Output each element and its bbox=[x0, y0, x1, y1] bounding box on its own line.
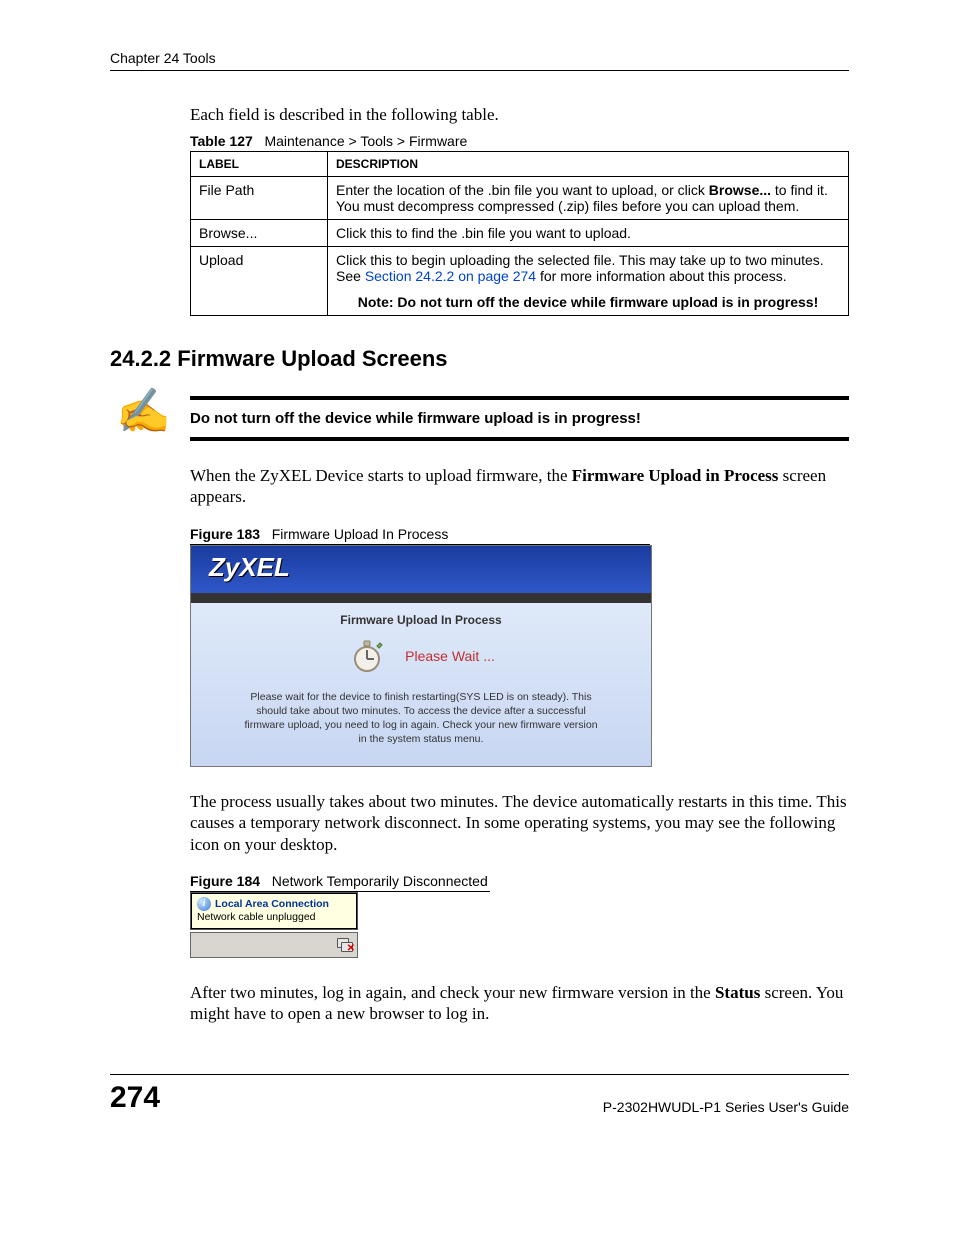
paragraph: After two minutes, log in again, and che… bbox=[190, 982, 849, 1025]
row-label: Upload bbox=[191, 247, 328, 316]
upload-warning-note: Note: Do not turn off the device while f… bbox=[336, 294, 840, 310]
page-number: 274 bbox=[110, 1081, 160, 1115]
firmware-upload-figure: ZyXEL Firmware Upload In Process Please … bbox=[190, 545, 652, 768]
zyxel-header: ZyXEL bbox=[191, 546, 651, 603]
row-label: File Path bbox=[191, 177, 328, 220]
intro-paragraph: Each field is described in the following… bbox=[190, 105, 849, 125]
page-footer: 274 P-2302HWUDL-P1 Series User's Guide bbox=[110, 1074, 849, 1115]
figure-caption: Figure 183 Firmware Upload In Process bbox=[190, 526, 650, 545]
network-disconnected-icon: ✕ bbox=[337, 938, 353, 952]
row-label: Browse... bbox=[191, 220, 328, 247]
table-caption-label: Table 127 bbox=[190, 133, 253, 149]
row-desc: Click this to begin uploading the select… bbox=[328, 247, 849, 316]
col-description: DESCRIPTION bbox=[328, 152, 849, 177]
table-caption: Table 127 Maintenance > Tools > Firmware bbox=[190, 133, 849, 149]
table-header-row: LABEL DESCRIPTION bbox=[191, 152, 849, 177]
table-row: File Path Enter the location of the .bin… bbox=[191, 177, 849, 220]
warning-callout: ✍ Do not turn off the device while firmw… bbox=[190, 396, 849, 441]
paragraph: The process usually takes about two minu… bbox=[190, 791, 849, 855]
stopwatch-icon bbox=[347, 635, 387, 678]
info-icon: i bbox=[197, 897, 211, 911]
guide-title: P-2302HWUDL-P1 Series User's Guide bbox=[603, 1099, 849, 1115]
zyxel-instruction: Please wait for the device to finish res… bbox=[241, 690, 601, 747]
zyxel-logo: ZyXEL bbox=[209, 552, 290, 582]
paragraph: When the ZyXEL Device starts to upload f… bbox=[190, 465, 849, 508]
please-wait-text: Please Wait ... bbox=[405, 648, 495, 664]
zyxel-title: Firmware Upload In Process bbox=[207, 613, 635, 627]
section-heading: 24.2.2 Firmware Upload Screens bbox=[110, 346, 849, 372]
network-disconnect-figure: i Local Area Connection Network cable un… bbox=[190, 892, 358, 958]
table-caption-text: Maintenance > Tools > Firmware bbox=[264, 133, 467, 149]
balloon-message: Network cable unplugged bbox=[197, 911, 351, 923]
callout-text: Do not turn off the device while firmwar… bbox=[190, 400, 849, 437]
row-desc: Click this to find the .bin file you wan… bbox=[328, 220, 849, 247]
col-label: LABEL bbox=[191, 152, 328, 177]
figure-caption: Figure 184 Network Temporarily Disconnec… bbox=[190, 873, 490, 892]
chapter-header: Chapter 24 Tools bbox=[110, 50, 849, 71]
table-row: Browse... Click this to find the .bin fi… bbox=[191, 220, 849, 247]
fields-table: LABEL DESCRIPTION File Path Enter the lo… bbox=[190, 151, 849, 316]
balloon-title: i Local Area Connection bbox=[197, 897, 351, 911]
section-link[interactable]: Section 24.2.2 on page 274 bbox=[365, 268, 536, 284]
system-tray: ✕ bbox=[190, 932, 358, 958]
writing-hand-icon: ✍ bbox=[116, 390, 171, 434]
row-desc: Enter the location of the .bin file you … bbox=[328, 177, 849, 220]
table-row: Upload Click this to begin uploading the… bbox=[191, 247, 849, 316]
